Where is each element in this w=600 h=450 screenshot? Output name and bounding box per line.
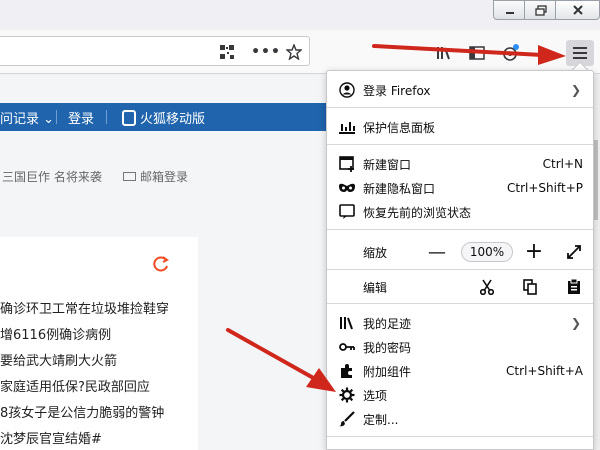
zoom-in-button[interactable]: +	[523, 239, 545, 264]
shortcut-label: Ctrl+Shift+A	[506, 364, 583, 378]
fullscreen-button[interactable]	[563, 241, 585, 263]
nav-divider	[106, 110, 107, 124]
fullscreen-icon	[567, 245, 581, 259]
nav-divider	[56, 110, 57, 124]
dashboard-icon	[339, 119, 355, 135]
menu-separator	[327, 144, 593, 145]
sidebar-icon[interactable]	[466, 42, 488, 64]
new-window-icon	[339, 156, 355, 172]
menu-label: 定制...	[363, 412, 399, 427]
menu-separator	[327, 229, 593, 230]
edit-label: 编辑	[363, 280, 388, 295]
history-link[interactable]: 问记录 ⌄	[0, 108, 54, 127]
menu-item-new-window[interactable]: 新建窗口 Ctrl+N	[327, 152, 593, 176]
library-icon	[339, 315, 355, 331]
puzzle-icon	[339, 363, 355, 379]
restore-session-icon	[339, 204, 355, 220]
minimize-icon	[505, 12, 514, 14]
menu-item-private-window[interactable]: 新建隐私窗口 Ctrl+Shift+P	[327, 176, 593, 200]
menu-separator	[327, 436, 593, 437]
menu-separator	[327, 269, 593, 270]
menu-label: 附加组件	[363, 364, 412, 379]
page-actions-icon[interactable]: •••	[251, 43, 280, 61]
news-item[interactable]: 沈梦辰官宣结婚#	[0, 428, 198, 447]
menu-label: 我的足迹	[363, 316, 412, 331]
zoom-row: 缩放 — 100% +	[327, 236, 593, 268]
gear-icon	[339, 387, 355, 403]
private-mask-icon	[339, 180, 355, 196]
menu-label: 保护信息面板	[363, 120, 436, 135]
paintbrush-icon	[339, 411, 355, 427]
extension-icon[interactable]	[499, 42, 521, 64]
menu-label: 新建隐私窗口	[363, 181, 436, 196]
menu-label: 我的密码	[363, 340, 412, 355]
minimize-button[interactable]	[493, 0, 526, 20]
mail-icon	[123, 172, 136, 181]
menu-item-library[interactable]: 我的足迹 ❯	[327, 311, 593, 335]
overflow-icon[interactable]: ›	[532, 42, 554, 64]
menu-item-signin[interactable]: 登录 Firefox ❯	[327, 78, 593, 102]
app-menu-panel: 登录 Firefox ❯ 保护信息面板 新建窗口 Ctrl+N 新建隐私窗口 C…	[326, 70, 594, 450]
account-icon	[339, 82, 355, 98]
menu-label: 恢复先前的浏览状态	[363, 205, 472, 220]
menu-label: 登录 Firefox	[363, 83, 431, 98]
mail-login-link[interactable]: 邮箱登录	[123, 168, 188, 185]
menu-item-protections[interactable]: 保护信息面板	[327, 115, 593, 139]
promo-link[interactable]: 三国巨作 名将来袭	[2, 168, 102, 185]
menu-item-restore-session[interactable]: 恢复先前的浏览状态	[327, 200, 593, 224]
restore-button[interactable]	[524, 0, 557, 20]
menu-label: 选项	[363, 388, 388, 403]
zoom-reset-button[interactable]: 100%	[461, 242, 513, 262]
phone-icon	[122, 110, 136, 126]
chevron-right-icon: ❯	[570, 83, 581, 97]
news-item[interactable]: 增6116例确诊病例	[0, 324, 198, 343]
refresh-icon[interactable]	[152, 255, 170, 273]
menu-separator	[327, 303, 593, 304]
scissors-icon	[480, 279, 494, 295]
title-bar	[0, 0, 600, 30]
menu-item-options[interactable]: 选项	[327, 383, 593, 407]
news-item[interactable]: 家庭适用低保?民政部回应	[0, 376, 198, 395]
menu-label: 新建窗口	[363, 157, 412, 172]
qr-code-icon[interactable]	[218, 43, 236, 61]
hamburger-icon	[573, 47, 587, 59]
close-button[interactable]	[555, 0, 600, 20]
zoom-out-button[interactable]: —	[426, 241, 448, 263]
hot-news-panel: 确诊环卫工常在垃圾堆捡鞋穿 增6116例确诊病例 要给武大靖刷大火箭 家庭适用低…	[0, 237, 198, 450]
login-link[interactable]: 登录	[68, 108, 94, 127]
shortcut-label: Ctrl+N	[542, 157, 583, 171]
shortcut-label: Ctrl+Shift+P	[507, 181, 583, 195]
news-item[interactable]: 8孩女子是公信力脆弱的警钟	[0, 402, 198, 421]
clipboard-icon	[568, 279, 580, 294]
copy-button[interactable]	[520, 277, 540, 297]
navigation-toolbar: ••• ›	[0, 30, 600, 74]
chevron-right-icon: ❯	[570, 316, 581, 330]
bookmark-star-icon[interactable]	[285, 43, 303, 61]
url-bar[interactable]: •••	[0, 36, 310, 66]
news-item[interactable]: 要给武大靖刷大火箭	[0, 350, 198, 369]
restore-icon	[534, 4, 547, 16]
news-item[interactable]: 确诊环卫工常在垃圾堆捡鞋穿	[0, 298, 198, 317]
menu-item-logins[interactable]: 我的密码	[327, 335, 593, 359]
menu-separator	[327, 107, 593, 108]
menu-item-addons[interactable]: 附加组件 Ctrl+Shift+A	[327, 359, 593, 383]
cut-button[interactable]	[477, 277, 497, 297]
key-icon	[339, 339, 355, 355]
paste-button[interactable]	[564, 277, 584, 297]
edit-row: 编辑	[327, 274, 593, 300]
menu-item-customize[interactable]: 定制...	[327, 407, 593, 431]
library-icon[interactable]	[434, 42, 456, 64]
mobile-link[interactable]: 火狐移动版	[122, 108, 205, 127]
close-icon	[572, 5, 583, 15]
zoom-label: 缩放	[363, 245, 388, 260]
copy-icon	[523, 279, 537, 295]
